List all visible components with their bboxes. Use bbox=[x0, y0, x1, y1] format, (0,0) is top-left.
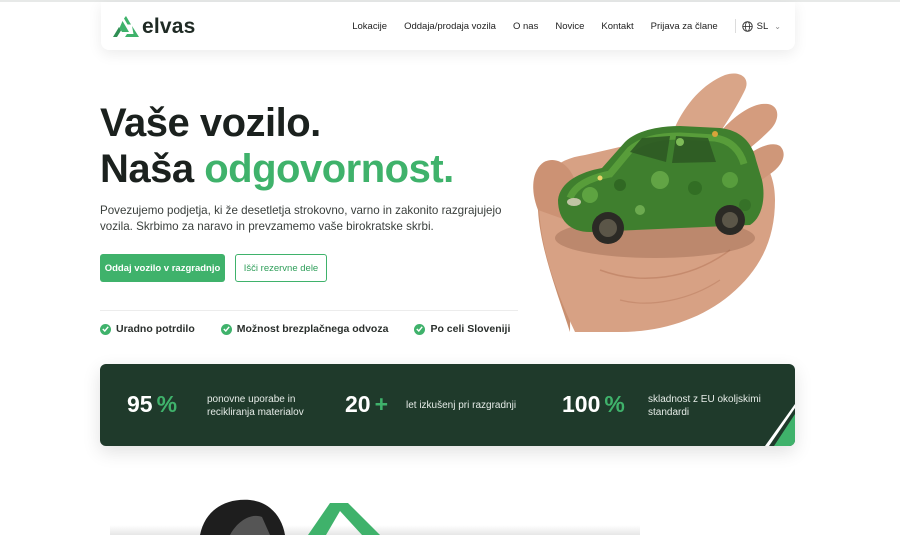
elvas-recycle-logo-icon bbox=[113, 16, 139, 37]
language-selector[interactable]: SL ⌄ bbox=[741, 20, 781, 32]
stat-unit: % bbox=[604, 391, 625, 417]
main-menu: Lokacije Oddaja/prodaja vozila O nas Nov… bbox=[335, 2, 781, 50]
check-circle-icon bbox=[220, 323, 232, 335]
feature-list: Uradno potrdilo Možnost brezplačnega odv… bbox=[100, 323, 536, 335]
submit-vehicle-button[interactable]: Oddaj vozilo v razgradnjo bbox=[100, 254, 225, 282]
hero-image bbox=[533, 73, 784, 332]
check-circle-icon bbox=[414, 323, 426, 335]
search-parts-button[interactable]: Išči rezervne dele bbox=[235, 254, 327, 282]
hero-divider bbox=[100, 310, 518, 311]
logo[interactable]: elvas bbox=[113, 15, 196, 39]
hero-title-line1: Vaše vozilo. bbox=[100, 101, 321, 145]
navbar: elvas Lokacije Oddaja/prodaja vozila O n… bbox=[101, 2, 795, 50]
hero-title-line2-prefix: Naša bbox=[100, 147, 205, 191]
feature-label: Uradno potrdilo bbox=[116, 323, 195, 335]
decorative-corner bbox=[765, 404, 795, 446]
chevron-down-icon: ⌄ bbox=[774, 21, 781, 31]
language-code: SL bbox=[756, 20, 769, 32]
check-circle-icon bbox=[100, 323, 111, 335]
stat-description: let izkušenj pri razgradnji bbox=[406, 400, 517, 411]
menu-item-kontakt[interactable]: Kontakt bbox=[601, 21, 633, 32]
feature-item: Po celi Sloveniji bbox=[414, 323, 510, 335]
hero-title: Vaše vozilo. Naša odgovornost. bbox=[100, 100, 454, 192]
menu-item-prijava[interactable]: Prijava za člane bbox=[651, 21, 718, 32]
feature-label: Možnost brezplačnega odvoza bbox=[236, 323, 389, 335]
hero-title-accent: odgovornost. bbox=[204, 147, 454, 191]
stat-unit: % bbox=[156, 391, 178, 417]
next-section-preview bbox=[110, 499, 640, 535]
menu-item-oddaja-prodaja[interactable]: Oddaja/prodaja vozila bbox=[404, 21, 496, 32]
menu-item-novice[interactable]: Novice bbox=[555, 21, 584, 32]
globe-icon bbox=[741, 20, 753, 32]
menu-item-lokacije[interactable]: Lokacije bbox=[352, 21, 387, 32]
stat-value: 95% bbox=[127, 391, 178, 417]
stat-value: 20 + bbox=[345, 391, 389, 417]
stat-description: skladnost z EU okoljskimi standardi bbox=[648, 394, 761, 418]
menu-item-o-nas[interactable]: O nas bbox=[513, 21, 538, 32]
stat-description: ponovne uporabe in recikliranja material… bbox=[207, 394, 304, 418]
feature-item: Uradno potrdilo bbox=[100, 323, 195, 335]
stats-band: 95% ponovne uporabe in recikliranja mate… bbox=[100, 364, 795, 446]
menu-divider bbox=[734, 19, 736, 33]
stat-value: 100% bbox=[562, 391, 625, 417]
feature-label: Po celi Sloveniji bbox=[430, 323, 511, 335]
stat-unit: + bbox=[374, 391, 389, 417]
feature-item: Možnost brezplačnega odvoza bbox=[220, 323, 389, 335]
hero-lead: Povezujemo podjetja, ki že desetletja st… bbox=[100, 204, 502, 233]
brand-name: elvas bbox=[142, 15, 196, 38]
